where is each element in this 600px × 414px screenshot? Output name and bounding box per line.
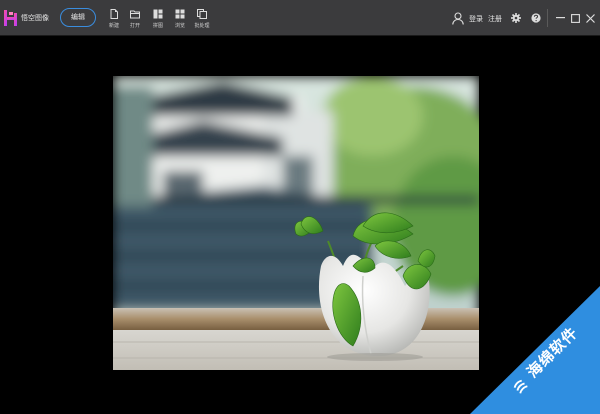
browse-grid-icon <box>175 9 185 19</box>
register-link[interactable]: 注册 <box>488 14 502 24</box>
batch-icon <box>197 9 207 19</box>
new-file-icon <box>110 9 118 19</box>
collage-button[interactable]: 拼图 <box>147 9 169 33</box>
new-label: 新建 <box>108 23 119 29</box>
minimize-icon[interactable] <box>556 17 565 19</box>
batch-label: 批处理 <box>194 23 210 29</box>
edited-photo <box>113 76 479 370</box>
login-link[interactable]: 登录 <box>469 14 483 24</box>
help-icon[interactable] <box>531 13 541 23</box>
watermark-logo-icon <box>513 379 528 394</box>
batch-button[interactable]: 批处理 <box>191 9 213 33</box>
user-icon[interactable] <box>452 12 464 25</box>
title-bar: 悟空图像 编辑 新建 打开 拼图 浏览 批处理 登录 注册 <box>0 0 600 36</box>
edit-button[interactable]: 编辑 <box>60 8 96 27</box>
open-label: 打开 <box>129 23 140 29</box>
gear-icon[interactable] <box>511 13 521 23</box>
collage-label: 拼图 <box>152 23 163 29</box>
collage-icon <box>153 9 163 19</box>
maximize-icon[interactable] <box>571 14 580 23</box>
watermark-text: 海绵软件 <box>523 323 582 382</box>
close-icon[interactable] <box>586 14 595 23</box>
open-folder-icon <box>130 10 140 19</box>
app-logo-icon <box>4 10 17 26</box>
browse-button[interactable]: 浏览 <box>169 9 191 33</box>
new-button[interactable]: 新建 <box>103 9 125 33</box>
open-button[interactable]: 打开 <box>124 9 146 33</box>
image-canvas[interactable] <box>113 76 479 370</box>
toolbar-separator <box>547 9 548 27</box>
browse-label: 浏览 <box>174 23 185 29</box>
app-name: 悟空图像 <box>21 14 49 22</box>
